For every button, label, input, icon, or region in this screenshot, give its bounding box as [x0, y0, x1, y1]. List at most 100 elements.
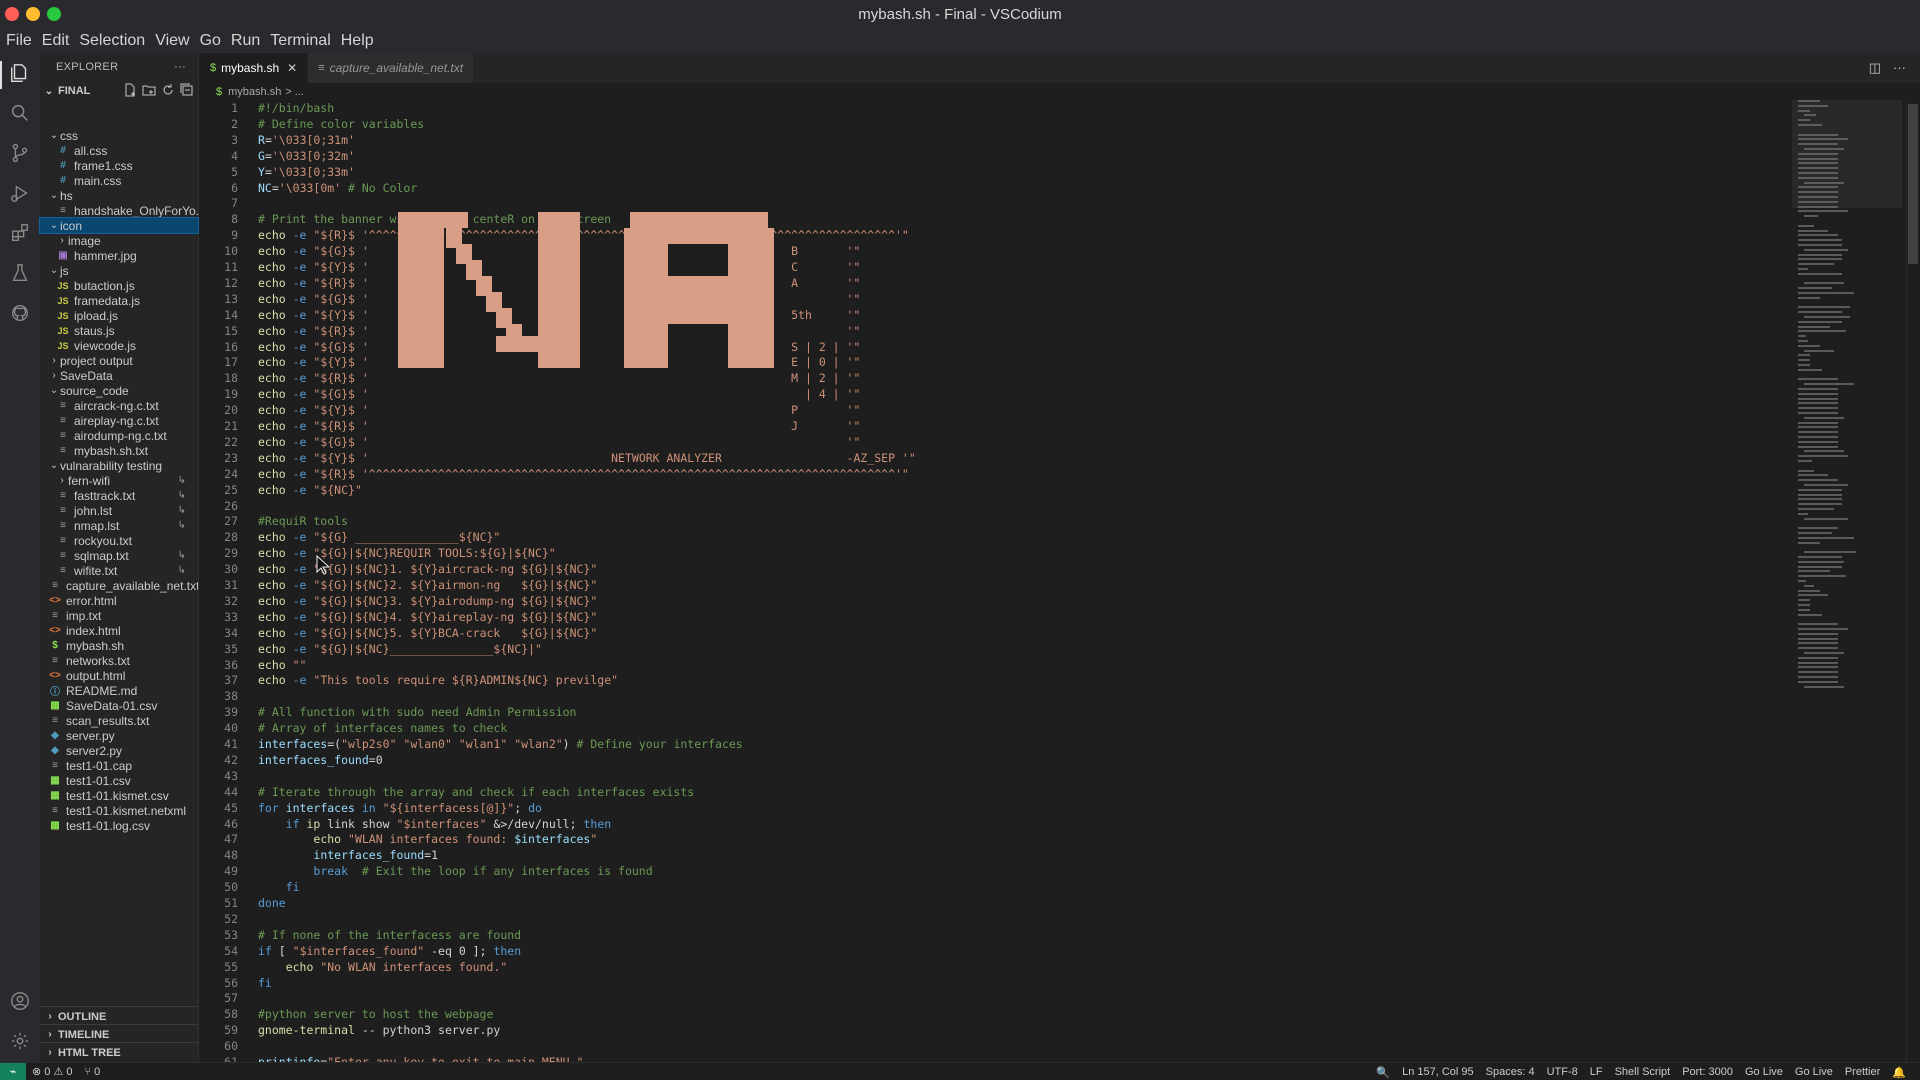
tree-file-nmap-lst[interactable]: ≡ nmap.lst ↳ — [40, 518, 198, 533]
explorer-icon[interactable] — [8, 61, 32, 85]
tree-folder-fern-wifi[interactable]: › fern-wifi ↳ — [40, 473, 198, 488]
tree-file-fasttrack-txt[interactable]: ≡ fasttrack.txt ↳ — [40, 488, 198, 503]
code-line[interactable]: 19 echo -e "${G}$ ' | 4 | '" — [200, 386, 1780, 402]
tree-file-frame1-css[interactable]: # frame1.css — [40, 158, 198, 173]
code-line[interactable]: 54 if [ "$interfaces_found" -eq 0 ]; then — [200, 943, 1780, 959]
code-line[interactable]: 34 echo -e "${G}|${NC}5. ${Y}BCA-crack ${… — [200, 625, 1780, 641]
source-control-icon[interactable] — [8, 141, 32, 165]
settings-gear-icon[interactable] — [8, 1029, 32, 1053]
tree-file-capture-available-net-txt[interactable]: ≡ capture_available_net.txt — [40, 578, 198, 593]
workspace-folder-header[interactable]: ⌄ FINAL — [40, 81, 198, 101]
tree-file-staus-js[interactable]: JS staus.js — [40, 323, 198, 338]
code-line[interactable]: 40 # Array of interfaces names to check — [200, 720, 1780, 736]
testing-icon[interactable] — [8, 261, 32, 285]
encoding[interactable]: UTF-8 — [1541, 1066, 1584, 1078]
tab-mybash-sh[interactable]: $ mybash.sh ✕ — [200, 53, 309, 83]
code-line[interactable]: 53 # If none of the interfacess are found — [200, 927, 1780, 943]
code-line[interactable]: 48 interfaces_found=1 — [200, 847, 1780, 863]
menu-view[interactable]: View — [155, 32, 196, 50]
tree-file-error-html[interactable]: <> error.html — [40, 593, 198, 608]
tree-folder-savedata[interactable]: › SaveData — [40, 368, 198, 383]
code-line[interactable]: 56 fi — [200, 975, 1780, 991]
tree-file-sqlmap-txt[interactable]: ≡ sqlmap.txt ↳ — [40, 548, 198, 563]
tree-file-readme-md[interactable]: ⓘ README.md — [40, 683, 198, 699]
code-line[interactable]: 58 #python server to host the webpage — [200, 1006, 1780, 1022]
code-line[interactable]: 43 — [200, 768, 1780, 784]
notifications-bell-icon[interactable]: 🔔 — [1886, 1066, 1912, 1079]
code-line[interactable]: 28 echo -e "${G} _______________${NC}" — [200, 529, 1780, 545]
code-line[interactable]: 44 # Iterate through the array and check … — [200, 784, 1780, 800]
outline-section[interactable]: › OUTLINE — [40, 1006, 198, 1026]
menu-go[interactable]: Go — [200, 32, 228, 50]
tree-file-test1-01-log-csv[interactable]: ▦ test1-01.log.csv — [40, 818, 198, 833]
code-line[interactable]: 60 — [200, 1038, 1780, 1054]
code-line[interactable]: 37 echo -e "This tools require ${R}ADMIN$… — [200, 672, 1780, 688]
ports-indicator[interactable]: ⑂ 0 — [78, 1066, 106, 1078]
code-line[interactable]: 39 # All function with sudo need Admin Pe… — [200, 704, 1780, 720]
code-line[interactable]: 25 echo -e "${NC}" — [200, 482, 1780, 498]
tree-file-test1-01-cap[interactable]: ≡ test1-01.cap — [40, 758, 198, 773]
tree-file-output-html[interactable]: <> output.html — [40, 668, 198, 683]
tree-file-scan-results-txt[interactable]: ≡ scan_results.txt — [40, 713, 198, 728]
go-live-button-2[interactable]: Go Live — [1789, 1066, 1839, 1078]
tree-file-server-py[interactable]: ◆ server.py — [40, 728, 198, 743]
code-line[interactable]: 23 echo -e "${Y}$ ' NETWORK ANALYZER -AZ_… — [200, 450, 1780, 466]
tree-file-main-css[interactable]: # main.css — [40, 173, 198, 188]
tree-folder-vulnarability-testing[interactable]: ⌄ vulnarability testing — [40, 458, 198, 473]
tree-file-mybash-sh[interactable]: $ mybash.sh — [40, 638, 198, 653]
menu-help[interactable]: Help — [341, 32, 381, 50]
tree-file-wifite-txt[interactable]: ≡ wifite.txt ↳ — [40, 563, 198, 578]
code-line[interactable]: 3 R='\033[0;31m' — [200, 132, 1780, 148]
extensions-icon[interactable] — [8, 221, 32, 245]
tree-file-networks-txt[interactable]: ≡ networks.txt — [40, 653, 198, 668]
tree-file-aircrack-ng-c-txt[interactable]: ≡ aircrack-ng.c.txt — [40, 398, 198, 413]
code-line[interactable]: 4 G='\033[0;32m' — [200, 148, 1780, 164]
collapse-all-icon[interactable] — [180, 83, 194, 97]
code-line[interactable]: 50 fi — [200, 879, 1780, 895]
cursor-position[interactable]: Ln 157, Col 95 — [1396, 1066, 1480, 1078]
code-editor[interactable]: 1 #!/bin/bash 2 # Define color variables 3 R=… — [200, 100, 1790, 1062]
menu-terminal[interactable]: Terminal — [270, 32, 337, 50]
tree-folder-css[interactable]: ⌄ css — [40, 128, 198, 143]
tree-file-savedata-01-csv[interactable]: ▦ SaveData-01.csv — [40, 698, 198, 713]
tree-folder-source-code[interactable]: ⌄ source_code — [40, 383, 198, 398]
tree-file-handshake-onlyforyo-[interactable]: ≡ handshake_OnlyForYo... — [40, 203, 198, 218]
html-tree-section[interactable]: › HTML TREE — [40, 1042, 198, 1062]
refresh-icon[interactable] — [161, 83, 175, 97]
code-line[interactable]: 35 echo -e "${G}|${NC}_______________${NC… — [200, 641, 1780, 657]
tree-folder-hs[interactable]: ⌄ hs — [40, 188, 198, 203]
zoom-icon[interactable]: 🔍 — [1370, 1066, 1396, 1079]
window-close-button[interactable] — [5, 7, 19, 21]
tree-folder-image[interactable]: › image — [40, 233, 198, 248]
tree-file-all-css[interactable]: # all.css — [40, 143, 198, 158]
tree-file-butaction-js[interactable]: JS butaction.js — [40, 278, 198, 293]
tree-file-imp-txt[interactable]: ≡ imp.txt — [40, 608, 198, 623]
menu-file[interactable]: File — [6, 32, 39, 50]
tree-file-server2-py[interactable]: ◆ server2.py — [40, 743, 198, 758]
language-mode[interactable]: Shell Script — [1609, 1066, 1677, 1078]
tree-file-hammer-jpg[interactable]: ▣ hammer.jpg — [40, 248, 198, 263]
tree-file-test1-01-kismet-netxml[interactable]: ≡ test1-01.kismet.netxml — [40, 803, 198, 818]
code-line[interactable]: 38 — [200, 688, 1780, 704]
tree-file-rockyou-txt[interactable]: ≡ rockyou.txt — [40, 533, 198, 548]
code-line[interactable]: 2 # Define color variables — [200, 116, 1780, 132]
code-line[interactable]: 31 echo -e "${G}|${NC}2. ${Y}airmon-ng ${… — [200, 577, 1780, 593]
remote-indicator-icon[interactable]: ⌁ — [0, 1062, 26, 1080]
timeline-section[interactable]: › TIMELINE — [40, 1024, 198, 1044]
tree-file-framedata-js[interactable]: JS framedata.js — [40, 293, 198, 308]
account-icon[interactable] — [8, 989, 32, 1013]
code-line[interactable]: 5 Y='\033[0;33m' — [200, 164, 1780, 180]
search-icon[interactable] — [8, 101, 32, 125]
code-line[interactable]: 52 — [200, 911, 1780, 927]
tree-file-aireplay-ng-c-txt[interactable]: ≡ aireplay-ng.c.txt — [40, 413, 198, 428]
code-line[interactable]: 57 — [200, 990, 1780, 1006]
code-line[interactable]: 51 done — [200, 895, 1780, 911]
tree-file-airodump-ng-c-txt[interactable]: ≡ airodump-ng.c.txt — [40, 428, 198, 443]
tree-folder-js[interactable]: ⌄ js — [40, 263, 198, 278]
code-line[interactable]: 6 NC='\033[0m' # No Color — [200, 180, 1780, 196]
code-line[interactable]: 49 break # Exit the loop if any interfac… — [200, 863, 1780, 879]
tree-folder-project-output[interactable]: › project output — [40, 353, 198, 368]
more-actions-icon[interactable]: ··· — [174, 61, 186, 73]
code-line[interactable]: 47 echo "WLAN interfaces found: $interfa… — [200, 831, 1780, 847]
code-line[interactable]: 27 #RequiR tools — [200, 513, 1780, 529]
